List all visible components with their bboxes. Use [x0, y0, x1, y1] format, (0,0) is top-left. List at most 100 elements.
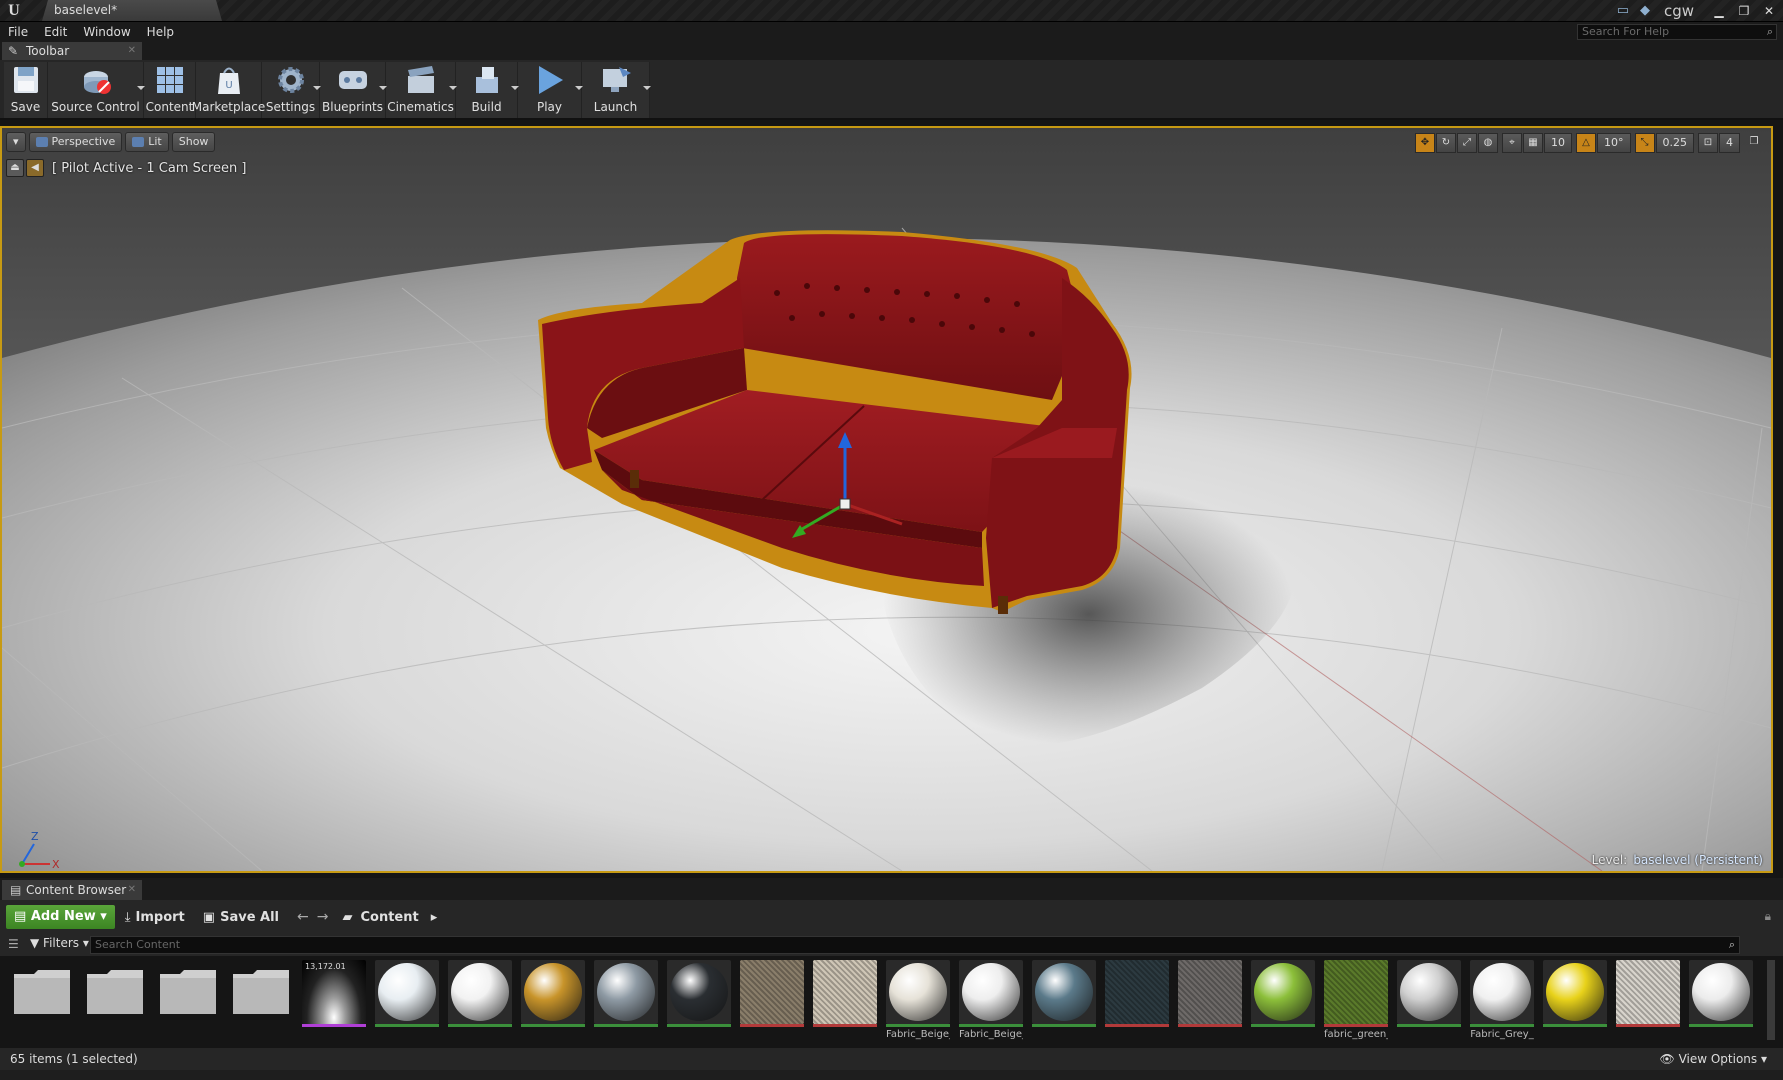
marketplace-bag-icon: U	[217, 67, 240, 94]
level-tab[interactable]: baselevel*	[42, 0, 222, 21]
blueprints-button[interactable]: Blueprints	[320, 62, 387, 118]
content-button[interactable]: Content	[144, 62, 196, 118]
back-arrow-icon[interactable]: ←	[297, 909, 309, 925]
close-icon[interactable]: ✕	[128, 880, 136, 900]
minimize-button[interactable]: ▁	[1708, 3, 1730, 19]
rotate-mode-icon[interactable]: ↻	[1436, 133, 1456, 153]
translate-mode-icon[interactable]: ✥	[1415, 133, 1435, 153]
title-bar: U baselevel* ▭ ◆ cgw ▁ ❐ ✕	[0, 0, 1783, 22]
asset-tile[interactable]	[594, 960, 658, 1048]
launch-label: Launch	[593, 100, 638, 114]
close-icon[interactable]: ✕	[128, 42, 136, 60]
lock-icon[interactable]: 🔒︎	[1765, 909, 1771, 924]
level-viewport[interactable]: Z X ▾ Perspective Lit Show ⏏ ◀ [ Pilot A…	[0, 126, 1773, 873]
play-label: Play	[536, 100, 563, 114]
restore-button[interactable]: ❐	[1733, 3, 1755, 19]
path-breadcrumb[interactable]: ▰ Content ▸	[342, 910, 437, 925]
content-browser-tab-row: ▤ Content Browser ✕	[0, 878, 1783, 900]
asset-tile[interactable]	[740, 960, 804, 1048]
chat-icon[interactable]: ▭	[1614, 2, 1632, 20]
menu-edit[interactable]: Edit	[36, 22, 75, 42]
asset-tile[interactable]	[667, 960, 731, 1048]
play-button[interactable]: Play	[518, 62, 583, 118]
world-local-icon[interactable]: ◍	[1478, 133, 1498, 153]
asset-tile[interactable]: Fabric_Beige_	[886, 960, 950, 1048]
sources-panel-icon[interactable]: ☰	[8, 937, 19, 951]
lit-button[interactable]: Lit	[125, 132, 169, 152]
asset-tile[interactable]: 13,172.01	[302, 960, 366, 1048]
menu-file[interactable]: File	[0, 22, 36, 42]
surface-snap-icon[interactable]: ⌖	[1502, 133, 1522, 153]
rotation-snap-icon[interactable]: △	[1576, 133, 1596, 153]
asset-grid-scrollbar[interactable]	[1767, 960, 1775, 1040]
menu-window[interactable]: Window	[75, 22, 138, 42]
content-search-input[interactable]: Search Content ⌕	[90, 936, 1740, 954]
asset-tile[interactable]	[375, 960, 439, 1048]
save-all-button[interactable]: ▣ Save All	[203, 910, 279, 925]
viewport-options-button[interactable]: ▾	[6, 132, 26, 152]
asset-tile[interactable]	[1543, 960, 1607, 1048]
asset-tile[interactable]	[448, 960, 512, 1048]
asset-tile[interactable]	[1178, 960, 1242, 1048]
scale-snap-value[interactable]: 0.25	[1655, 133, 1694, 153]
grid-snap-icon[interactable]: ▦	[1523, 133, 1543, 153]
folder-tile[interactable]	[156, 960, 220, 1048]
asset-tile[interactable]: Fabric_Grey_	[1470, 960, 1534, 1048]
pilot-status-text: [ Pilot Active - 1 Cam Screen ]	[52, 160, 247, 176]
svg-text:U: U	[225, 80, 232, 91]
eject-pilot-icon[interactable]: ⏏	[6, 159, 24, 177]
settings-button[interactable]: Settings	[262, 62, 321, 118]
source-control-button[interactable]: Source Control	[48, 62, 145, 118]
asset-tile[interactable]	[521, 960, 585, 1048]
folder-icon: ▰	[342, 909, 353, 925]
launch-button[interactable]: Launch	[582, 62, 651, 118]
perspective-button[interactable]: Perspective	[28, 132, 123, 152]
asset-tile[interactable]	[1689, 960, 1753, 1048]
menu-help[interactable]: Help	[139, 22, 182, 42]
asset-tile[interactable]	[1251, 960, 1315, 1048]
view-options-button[interactable]: 👁︎ View Options ▾	[1660, 1052, 1768, 1066]
asset-tile[interactable]: fabric_green_	[1324, 960, 1388, 1048]
user-name[interactable]: cgw	[1664, 2, 1694, 20]
build-blocks-icon	[475, 67, 498, 93]
filters-button[interactable]: ▼ Filters ▾	[30, 936, 89, 950]
folder-tile[interactable]	[10, 960, 74, 1048]
asset-tile[interactable]	[1032, 960, 1096, 1048]
maximize-viewport-icon[interactable]: ❐	[1744, 133, 1764, 153]
marketplace-button[interactable]: U Marketplace	[192, 62, 265, 118]
cinematics-button[interactable]: Cinematics	[386, 62, 457, 118]
asset-tile[interactable]	[1397, 960, 1461, 1048]
build-button[interactable]: Build	[456, 62, 519, 118]
toolbar-tab[interactable]: ✎ Toolbar ✕	[2, 42, 142, 60]
level-prefix: Level:	[1591, 853, 1628, 867]
scale-mode-icon[interactable]: ⤢	[1457, 133, 1477, 153]
camera-speed-value[interactable]: 4	[1719, 133, 1740, 153]
content-browser-tab[interactable]: ▤ Content Browser ✕	[2, 880, 142, 900]
asset-tile[interactable]	[1105, 960, 1169, 1048]
show-button[interactable]: Show	[171, 132, 216, 152]
folder-tile[interactable]	[229, 960, 293, 1048]
scale-snap-icon[interactable]: ⤡	[1634, 133, 1655, 153]
help-search-input[interactable]: Search For Help ⌕	[1577, 24, 1777, 40]
asset-type-bar	[1324, 1024, 1388, 1027]
folder-tile[interactable]	[83, 960, 147, 1048]
launch-dropdown-icon[interactable]	[643, 86, 651, 90]
rotation-snap-value[interactable]: 10°	[1597, 133, 1631, 153]
asset-tile[interactable]	[1616, 960, 1680, 1048]
camera-speed-icon[interactable]: ⊡	[1698, 133, 1718, 153]
forward-arrow-icon[interactable]: →	[317, 909, 329, 925]
close-window-button[interactable]: ✕	[1758, 3, 1780, 19]
asset-type-bar	[1105, 1024, 1169, 1027]
add-new-button[interactable]: ▤ Add New ▾	[6, 905, 115, 929]
feedback-icon[interactable]: ◆	[1636, 2, 1654, 20]
asset-tile[interactable]	[813, 960, 877, 1048]
sofa-leg-front-left	[630, 470, 639, 488]
import-button[interactable]: ⤓ Import	[125, 910, 185, 925]
chevron-down-icon: ▾	[13, 135, 19, 148]
viewport-scene[interactable]: Z X	[2, 128, 1771, 871]
save-button[interactable]: Save	[4, 62, 48, 118]
grid-snap-value[interactable]: 10	[1544, 133, 1572, 153]
marketplace-label: Marketplace	[191, 100, 266, 114]
asset-tile[interactable]: Fabric_Beige_	[959, 960, 1023, 1048]
pilot-camera-icon[interactable]: ◀	[26, 159, 44, 177]
